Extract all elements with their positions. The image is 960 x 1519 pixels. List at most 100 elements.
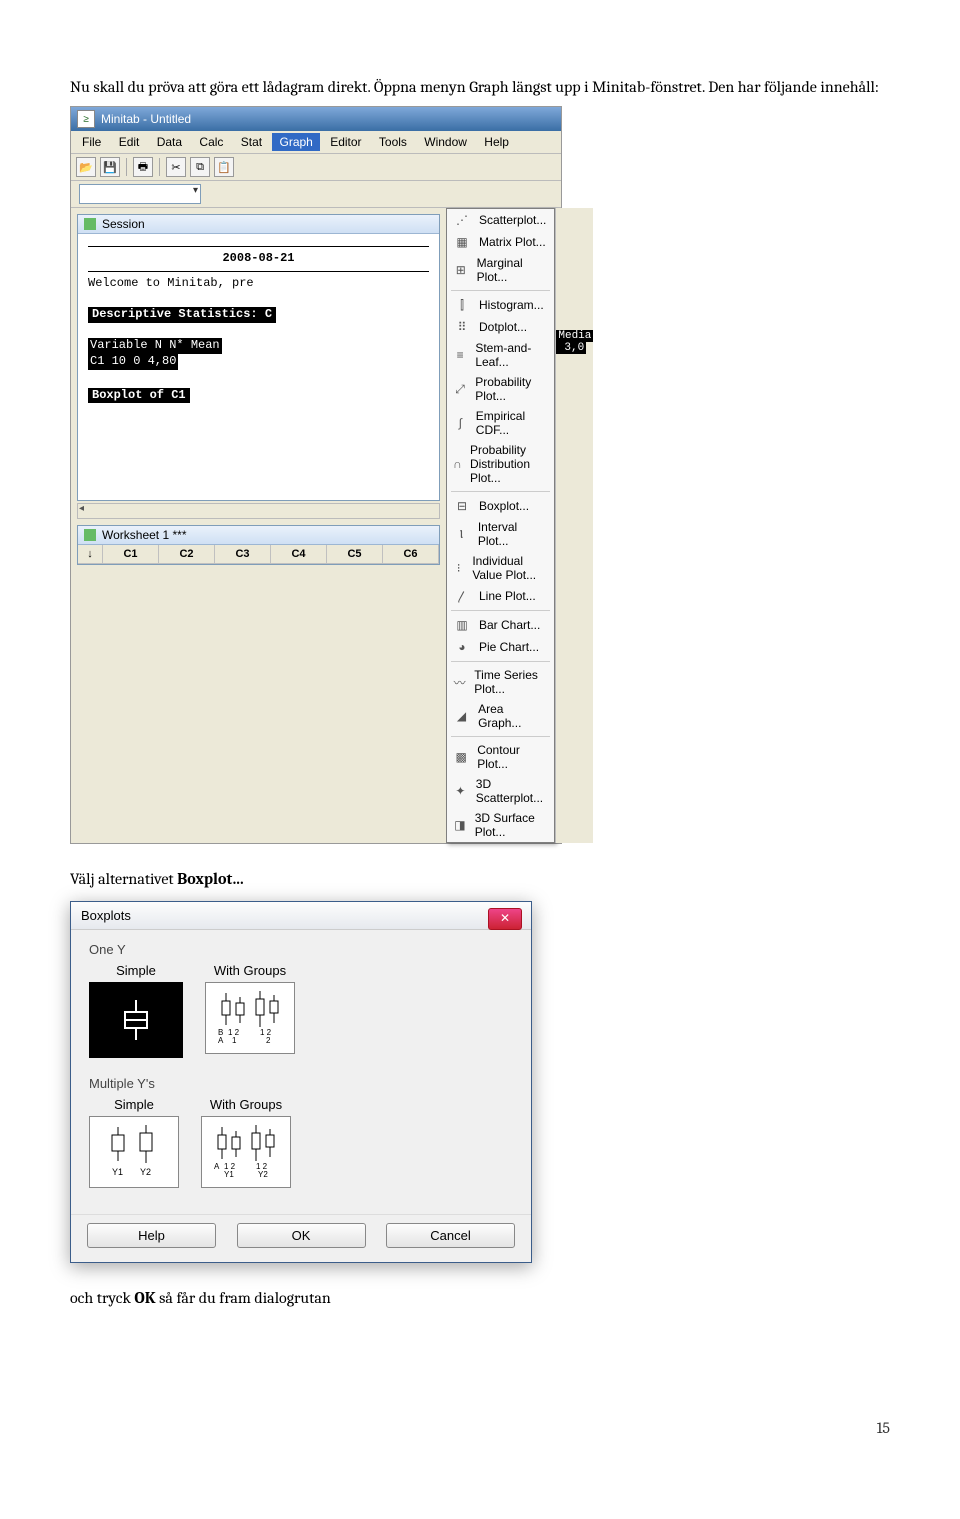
- open-icon[interactable]: 📂: [76, 157, 96, 177]
- menu-item-icon: ⁝: [453, 560, 464, 576]
- menu-item[interactable]: ◕Pie Chart...: [447, 636, 554, 658]
- save-icon[interactable]: 💾: [100, 157, 120, 177]
- menu-item[interactable]: ▥ Bar Chart...: [447, 614, 554, 636]
- menu-item-label: Area Graph...: [478, 702, 546, 730]
- menu-item[interactable]: ∫Empirical CDF...: [447, 406, 554, 440]
- svg-text:A: A: [214, 1162, 220, 1171]
- menu-item-icon: ⋰: [453, 212, 471, 228]
- menu-item[interactable]: ⊞ Marginal Plot...: [447, 253, 554, 287]
- menu-item[interactable]: ⁝ Individual Value Plot...: [447, 551, 554, 585]
- svg-text:Y1: Y1: [224, 1170, 234, 1179]
- cut-icon[interactable]: ✂: [166, 157, 186, 177]
- worksheet-grid[interactable]: ↓ C1 C2 C3 C4 C5 C6: [78, 545, 439, 564]
- cancel-button[interactable]: Cancel: [386, 1223, 515, 1248]
- menu-item[interactable]: ⊟ Boxplot...: [447, 495, 554, 517]
- menu-item-label: Contour Plot...: [477, 743, 546, 771]
- graph-dropdown[interactable]: ⋰ Scatterplot... ▦Matrix Plot... ⊞ Marginal …: [446, 208, 555, 843]
- menu-item[interactable]: 〳 Line Plot...: [447, 585, 554, 607]
- menu-item-label: Boxplot...: [479, 499, 529, 513]
- col-c5: C5: [327, 545, 383, 564]
- menu-item[interactable]: ⲒInterval Plot...: [447, 517, 554, 551]
- svg-text:Y1: Y1: [112, 1167, 123, 1177]
- menu-item-label: Individual Value Plot...: [472, 554, 546, 582]
- col-c6: C6: [383, 545, 439, 564]
- menu-help[interactable]: Help: [477, 133, 516, 151]
- menu-data[interactable]: Data: [150, 133, 189, 151]
- ok-button[interactable]: OK: [237, 1223, 366, 1248]
- worksheet-icon: [84, 529, 96, 541]
- multiple-y-label: Multiple Y's: [89, 1076, 513, 1091]
- menu-item[interactable]: ✦ 3D Scatterplot...: [447, 774, 554, 808]
- menu-stat[interactable]: Stat: [234, 133, 269, 151]
- menu-item-icon: ◨: [453, 817, 467, 833]
- menu-file[interactable]: File: [75, 133, 108, 151]
- menu-window[interactable]: Window: [417, 133, 474, 151]
- multiple-y-simple[interactable]: Y1 Y2: [89, 1116, 179, 1188]
- one-y-label: One Y: [89, 942, 513, 957]
- menu-item[interactable]: ◨ 3D Surface Plot...: [447, 808, 554, 842]
- svg-text:Y2: Y2: [258, 1170, 268, 1179]
- multiple-y-with-groups[interactable]: A1 21 2 Y1Y2: [201, 1116, 291, 1188]
- menu-item-label: Probability Plot...: [475, 375, 546, 403]
- menu-item-label: Stem-and-Leaf...: [475, 341, 546, 369]
- menu-item-label: Bar Chart...: [479, 618, 540, 632]
- session-label: Session: [102, 217, 145, 231]
- menu-item-icon: 〳: [453, 588, 471, 604]
- menu-item-icon: ▥: [453, 617, 471, 633]
- toolbar2: [71, 181, 561, 208]
- toolbar: 📂 💾 🖶 ✂ ⧉ 📋: [71, 154, 561, 181]
- menu-item-icon: ∩: [453, 456, 462, 472]
- boxplots-dialog: Boxplots ✕ One Y Simple With Groups: [70, 901, 532, 1263]
- menu-item[interactable]: ∩ Probability Distribution Plot...: [447, 440, 554, 488]
- menu-item-icon: ⊟: [453, 498, 471, 514]
- welcome-line: Welcome to Minitab, pre: [88, 276, 429, 292]
- menu-item-label: 3D Surface Plot...: [475, 811, 547, 839]
- menu-item[interactable]: ⤢Probability Plot...: [447, 372, 554, 406]
- menu-item[interactable]: ⠿Dotplot...: [447, 316, 554, 338]
- menu-item-label: Line Plot...: [479, 589, 536, 603]
- menu-tools[interactable]: Tools: [372, 133, 414, 151]
- session-icon: [84, 218, 96, 230]
- with-groups-label-2: With Groups: [201, 1097, 291, 1112]
- menu-editor[interactable]: Editor: [323, 133, 368, 151]
- menu-item[interactable]: 〰Time Series Plot...: [447, 665, 554, 699]
- one-y-simple[interactable]: [89, 982, 183, 1058]
- scrollbar[interactable]: [77, 503, 440, 519]
- session-window: Session 2008-08-21 Welcome to Minitab, p…: [77, 214, 440, 501]
- print-icon[interactable]: 🖶: [133, 157, 153, 177]
- menu-item[interactable]: ⫿Histogram...: [447, 294, 554, 316]
- one-y-with-groups[interactable]: BA 1 21 1 22: [205, 982, 295, 1054]
- close-icon[interactable]: ✕: [488, 908, 522, 930]
- row-arrow: ↓: [78, 545, 103, 564]
- boxplot-label: Boxplot of C1: [88, 388, 190, 404]
- menu-item-icon: ✦: [453, 783, 468, 799]
- menu-item[interactable]: ≡ Stem-and-Leaf...: [447, 338, 554, 372]
- main-area: Session 2008-08-21 Welcome to Minitab, p…: [71, 208, 561, 843]
- menu-graph[interactable]: Graph: [272, 133, 319, 151]
- col-c2: C2: [159, 545, 215, 564]
- menu-item-icon: ≡: [453, 347, 467, 363]
- menu-item[interactable]: ◢Area Graph...: [447, 699, 554, 733]
- descriptive-header: Descriptive Statistics: C: [88, 307, 276, 323]
- menu-item-icon: ▦: [453, 234, 471, 250]
- menu-item[interactable]: ▩ Contour Plot...: [447, 740, 554, 774]
- outro-text: och tryck OK så får du fram dialogrutan: [70, 1287, 890, 1309]
- menu-item-label: 3D Scatterplot...: [476, 777, 547, 805]
- svg-text:Y2: Y2: [140, 1167, 151, 1177]
- with-groups-label: With Groups: [205, 963, 295, 978]
- menu-item-icon: ▩: [453, 749, 469, 765]
- titlebar: ≥ Minitab - Untitled: [71, 107, 561, 131]
- paste-icon[interactable]: 📋: [214, 157, 234, 177]
- dialog-title: Boxplots: [81, 908, 131, 923]
- menu-item[interactable]: ▦Matrix Plot...: [447, 231, 554, 253]
- menu-item-icon: ⊞: [453, 262, 469, 278]
- menu-item-label: Probability Distribution Plot...: [470, 443, 546, 485]
- combo-box[interactable]: [79, 184, 201, 204]
- help-button[interactable]: Help: [87, 1223, 216, 1248]
- menu-calc[interactable]: Calc: [192, 133, 230, 151]
- menu-edit[interactable]: Edit: [112, 133, 147, 151]
- copy-icon[interactable]: ⧉: [190, 157, 210, 177]
- menu-item[interactable]: ⋰ Scatterplot...: [447, 209, 554, 231]
- menu-item-label: Marginal Plot...: [477, 256, 547, 284]
- menu-item-label: Scatterplot...: [479, 213, 546, 227]
